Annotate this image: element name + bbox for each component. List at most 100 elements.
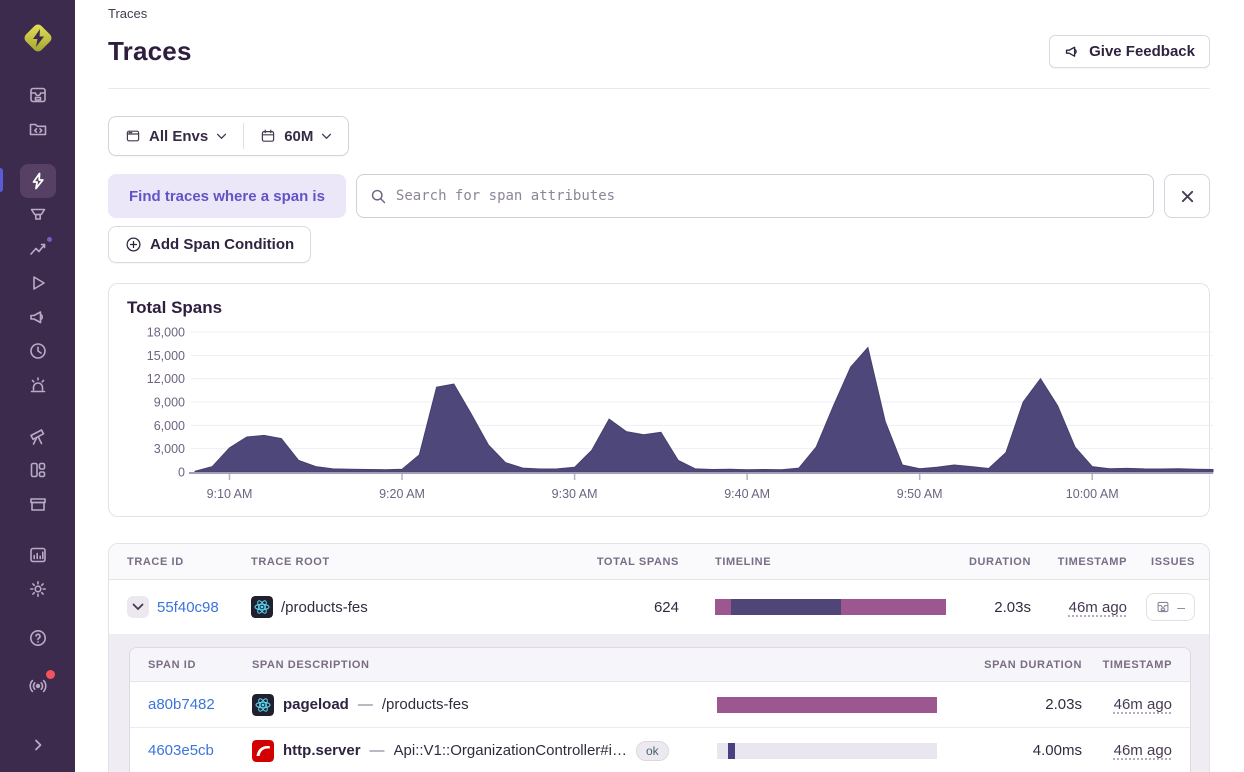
- span-duration: 2.03s: [937, 696, 1082, 713]
- chevron-down-icon: [132, 603, 144, 611]
- svg-text:0: 0: [178, 466, 185, 480]
- sidebar-item-dashboards[interactable]: [20, 453, 56, 487]
- archive-box-icon: [28, 494, 48, 514]
- trace-root-name: /products-fes: [281, 599, 368, 616]
- col-span-id: SPAN ID: [148, 659, 252, 671]
- window-icon: [125, 128, 141, 144]
- issues-button[interactable]: –: [1146, 593, 1195, 621]
- svg-text:3,000: 3,000: [154, 442, 185, 456]
- clock-icon: [28, 341, 48, 361]
- sidebar-item-replays[interactable]: [20, 266, 56, 300]
- trace-id-link[interactable]: 55f40c98: [157, 599, 219, 616]
- span-id-link[interactable]: a80b7482: [148, 696, 252, 713]
- span-timestamp[interactable]: 46m ago: [1114, 742, 1172, 759]
- span-description: /products-fes: [382, 696, 469, 713]
- search-input[interactable]: [396, 188, 1140, 204]
- sentry-logo[interactable]: [16, 16, 60, 60]
- sidebar-item-alerts[interactable]: [20, 368, 56, 402]
- clear-search-button[interactable]: [1164, 174, 1210, 218]
- sidebar-item-crons[interactable]: [20, 334, 56, 368]
- total-spans-value: 624: [564, 599, 679, 616]
- search-box[interactable]: [356, 174, 1154, 218]
- megaphone-icon: [28, 307, 48, 327]
- filters-bar: All Envs 60M: [108, 116, 349, 156]
- sidebar-item-traces[interactable]: [20, 164, 56, 198]
- folder-code-icon: [28, 119, 48, 139]
- sidebar-item-performance[interactable]: [20, 232, 56, 266]
- sidebar-item-issues[interactable]: [20, 78, 56, 112]
- span-timestamp[interactable]: 46m ago: [1114, 696, 1172, 713]
- svg-text:18,000: 18,000: [147, 326, 185, 340]
- svg-text:15,000: 15,000: [147, 349, 185, 363]
- expanded-trace-section: SPAN ID SPAN DESCRIPTION SPAN DURATION T…: [109, 634, 1209, 772]
- sidebar-item-stats[interactable]: [20, 538, 56, 572]
- span-id-link[interactable]: 4603e5cb: [148, 742, 252, 759]
- play-icon: [28, 273, 48, 293]
- bar-chart-icon: [28, 545, 48, 565]
- projection-icon: [28, 205, 48, 225]
- page-title: Traces: [108, 36, 192, 67]
- span-row: 4603e5cb http.server — Api::V1::Organiza…: [130, 728, 1190, 772]
- span-duration-bar: [717, 743, 937, 759]
- trace-row: 55f40c98 /products-fes 624: [109, 580, 1209, 634]
- svg-text:9:10 AM: 9:10 AM: [207, 487, 253, 501]
- table-header: TRACE ID TRACE ROOT TOTAL SPANS TIMELINE…: [109, 544, 1209, 580]
- sidebar-item-feedback[interactable]: [20, 300, 56, 334]
- traces-table: TRACE ID TRACE ROOT TOTAL SPANS TIMELINE…: [108, 543, 1210, 772]
- help-button[interactable]: [20, 621, 56, 655]
- sidebar-item-releases[interactable]: [20, 487, 56, 521]
- svg-text:12,000: 12,000: [147, 372, 185, 386]
- megaphone-icon: [1064, 43, 1081, 60]
- chevron-down-icon: [321, 133, 332, 140]
- span-table: SPAN ID SPAN DESCRIPTION SPAN DURATION T…: [129, 647, 1191, 772]
- active-nav-indicator: [0, 168, 3, 192]
- col-span-duration: SPAN DURATION: [937, 659, 1082, 671]
- collapse-trace-button[interactable]: [127, 596, 149, 618]
- span-description: Api::V1::OrganizationController#i…: [394, 742, 627, 759]
- siren-icon: [28, 375, 48, 395]
- span-status-badge: ok: [636, 741, 669, 761]
- chart-title: Total Spans: [125, 298, 1203, 318]
- breadcrumb[interactable]: Traces: [108, 4, 1210, 21]
- lightning-icon: [28, 171, 48, 191]
- give-feedback-button[interactable]: Give Feedback: [1049, 35, 1210, 68]
- plus-circle-icon: [125, 236, 142, 253]
- notification-dot: [44, 668, 57, 681]
- issues-icon: [28, 85, 48, 105]
- sidebar-item-insights[interactable]: [20, 198, 56, 232]
- telescope-icon: [28, 426, 48, 446]
- environment-filter[interactable]: All Envs: [109, 117, 243, 155]
- issues-icon: [1156, 600, 1170, 614]
- sidebar-item-explore[interactable]: [20, 112, 56, 146]
- span-op: http.server: [283, 742, 361, 759]
- svg-text:10:00 AM: 10:00 AM: [1066, 487, 1119, 501]
- collapse-sidebar-button[interactable]: [20, 728, 56, 762]
- sidebar-item-discover[interactable]: [20, 419, 56, 453]
- span-table-header: SPAN ID SPAN DESCRIPTION SPAN DURATION T…: [130, 648, 1190, 682]
- span-row: a80b7482 pageload —: [130, 682, 1190, 728]
- whats-new-button[interactable]: [20, 668, 56, 702]
- span-duration-bar: [717, 697, 937, 713]
- svg-text:9,000: 9,000: [154, 396, 185, 410]
- search-icon: [370, 188, 387, 205]
- close-icon: [1180, 189, 1195, 204]
- col-total-spans: TOTAL SPANS: [564, 556, 679, 568]
- react-icon: [251, 596, 273, 618]
- total-spans-chart: 03,0006,0009,00012,00015,00018,0009:10 A…: [125, 320, 1225, 516]
- span-search-builder: Find traces where a span is: [108, 174, 1210, 218]
- col-span-description: SPAN DESCRIPTION: [252, 659, 717, 671]
- svg-text:9:30 AM: 9:30 AM: [552, 487, 598, 501]
- sidebar-nav: [0, 78, 75, 606]
- layout-icon: [28, 460, 48, 480]
- sidebar: [0, 0, 75, 772]
- chevron-down-icon: [216, 133, 227, 140]
- add-span-condition-button[interactable]: Add Span Condition: [108, 226, 311, 263]
- rails-icon: [252, 740, 274, 762]
- question-icon: [28, 628, 48, 648]
- col-span-timestamp: TIMESTAMP: [1082, 659, 1172, 671]
- main-content: Traces Traces Give Feedback All Envs: [75, 0, 1244, 772]
- sidebar-item-settings[interactable]: [20, 572, 56, 606]
- col-timeline: TIMELINE: [679, 556, 946, 568]
- time-period-filter[interactable]: 60M: [244, 117, 348, 155]
- trace-timestamp[interactable]: 46m ago: [1069, 599, 1127, 616]
